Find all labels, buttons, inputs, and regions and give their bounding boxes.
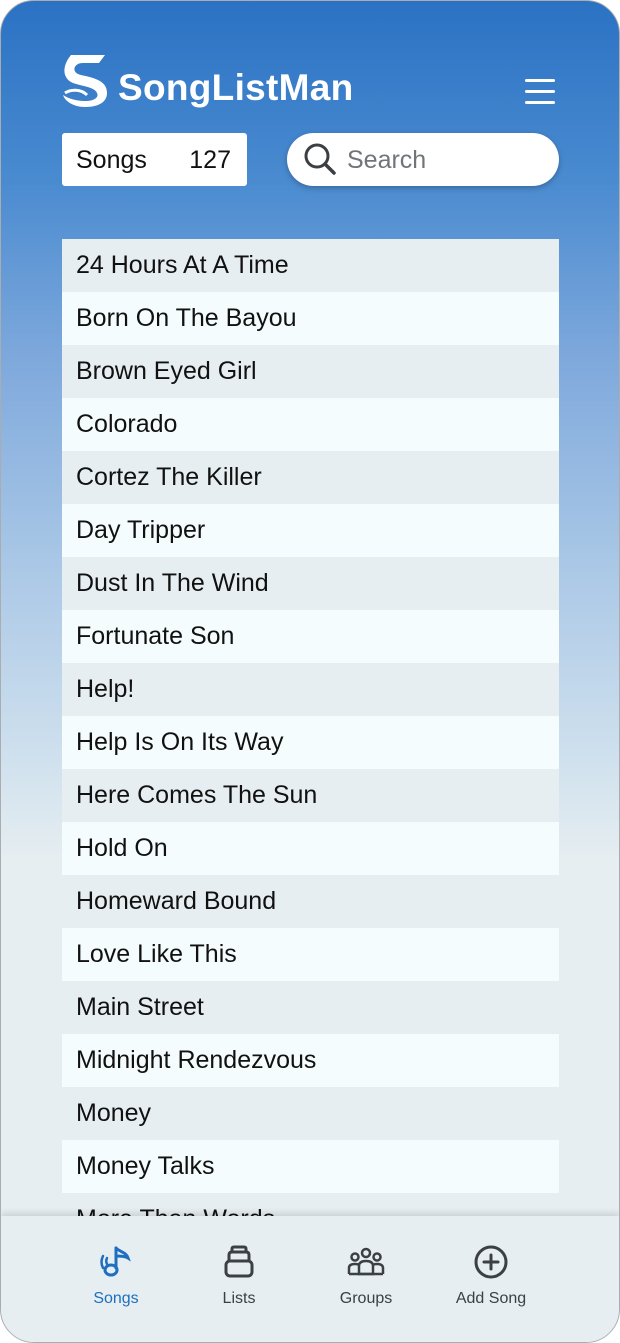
tab-groups[interactable]: Groups [311,1244,421,1308]
song-row[interactable]: Help! [62,663,559,716]
app-screen: SongListMan Songs 127 24 Hours At A Time… [0,0,620,1343]
hamburger-line [525,90,555,93]
song-row[interactable]: Colorado [62,398,559,451]
song-row[interactable]: Cortez The Killer [62,451,559,504]
song-row[interactable]: Day Tripper [62,504,559,557]
song-list: 24 Hours At A Time Born On The Bayou Bro… [62,239,559,1217]
stack-icon [224,1245,254,1278]
song-row[interactable]: Hold On [62,822,559,875]
hamburger-line [525,79,555,82]
song-row[interactable]: Fortunate Son [62,610,559,663]
tab-add-song-label: Add Song [455,1290,527,1307]
search-icon [304,143,336,175]
music-note-icon [100,1246,131,1277]
search-input[interactable] [345,141,549,179]
tab-groups-label: Groups [339,1290,393,1307]
song-row[interactable]: More Than Words [62,1193,559,1217]
song-row[interactable]: Money Talks [62,1140,559,1193]
song-row[interactable]: 24 Hours At A Time [62,239,559,292]
song-row[interactable]: Midnight Rendezvous [62,1034,559,1087]
song-row[interactable]: Love Like This [62,928,559,981]
song-row[interactable]: Dust In The Wind [62,557,559,610]
hamburger-line [525,101,555,104]
song-row[interactable]: Here Comes The Sun [62,769,559,822]
tab-songs[interactable]: Songs [61,1244,171,1308]
tab-add-song[interactable]: Add Song [436,1244,546,1308]
songs-count: 127 [189,146,231,174]
song-row[interactable]: Main Street [62,981,559,1034]
song-row[interactable]: Brown Eyed Girl [62,345,559,398]
song-row[interactable]: Money [62,1087,559,1140]
songs-label: Songs [76,146,147,174]
song-row[interactable]: Help Is On Its Way [62,716,559,769]
menu-button[interactable] [525,79,555,105]
group-icon [347,1247,385,1276]
song-count-badge: Songs 127 [62,133,247,186]
bottom-tab-bar: Songs Lists Groups Add Song [1,1216,619,1342]
app-title: SongListMan [118,67,354,108]
song-row[interactable]: Homeward Bound [62,875,559,928]
logo-icon [63,55,107,107]
tab-songs-label: Songs [93,1290,139,1307]
add-circle-icon [474,1245,508,1279]
song-row[interactable]: Born On The Bayou [62,292,559,345]
tab-lists[interactable]: Lists [184,1244,294,1308]
tab-lists-label: Lists [222,1290,256,1307]
search-box[interactable] [287,133,559,186]
